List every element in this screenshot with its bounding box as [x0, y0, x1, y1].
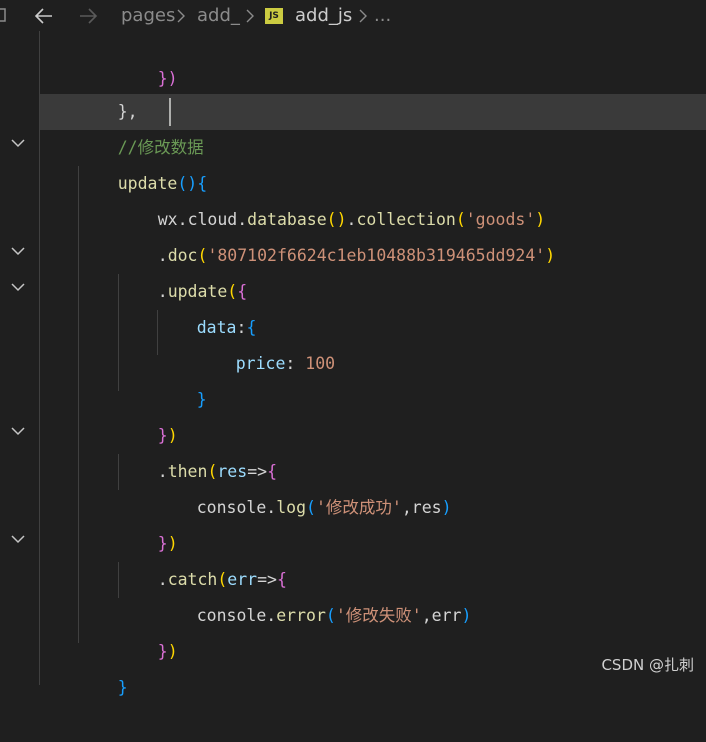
code-token: console	[196, 606, 267, 625]
chevron-right-icon	[246, 9, 254, 23]
code-line[interactable]: },	[78, 58, 138, 121]
code-token: console	[196, 498, 267, 517]
breadcrumb-item-symbol[interactable]: ...	[374, 0, 391, 31]
code-token: (	[306, 498, 316, 517]
code-string: '807102f6624c1eb10488b319465dd924'	[207, 246, 546, 265]
code-string: '修改成功'	[315, 498, 402, 517]
split-icon[interactable]	[0, 6, 10, 24]
code-token: )	[545, 246, 556, 265]
code-token: }	[117, 678, 128, 697]
code-line[interactable]: data:{	[157, 274, 257, 337]
code-number: 100	[305, 354, 336, 373]
code-line[interactable]: console.log('修改成功',res)	[157, 454, 452, 517]
code-line[interactable]: .then(res=>{	[118, 418, 277, 481]
chevron-down-icon[interactable]	[10, 423, 26, 439]
code-token: ,	[421, 606, 432, 625]
chevron-down-icon[interactable]	[10, 279, 26, 295]
breadcrumb-item-folder[interactable]: add_	[197, 0, 240, 31]
code-line[interactable]: })	[118, 490, 178, 553]
code-line[interactable]: price: 100	[196, 310, 335, 373]
code-line[interactable]: }	[78, 634, 128, 697]
chevron-down-icon[interactable]	[10, 531, 26, 547]
code-string: '修改失败'	[335, 606, 422, 625]
code-line[interactable]: console.error('修改失败',err)	[157, 562, 472, 625]
arrow-left-icon[interactable]	[34, 7, 54, 25]
chevron-down-icon[interactable]	[10, 243, 26, 259]
code-token: res	[411, 498, 442, 517]
code-line[interactable]: wx.cloud.database().collection('goods')	[118, 166, 545, 229]
code-token: )	[461, 606, 472, 625]
code-token: }	[196, 390, 207, 409]
chevron-right-icon	[177, 9, 185, 23]
code-token: (	[325, 606, 336, 625]
js-file-icon: JS	[265, 8, 283, 24]
code-line[interactable]: .catch(err=>{	[118, 526, 287, 589]
code-line[interactable]: }	[157, 346, 207, 409]
code-token: .	[266, 498, 277, 517]
code-line[interactable]: //修改数据	[78, 94, 204, 157]
code-line[interactable]: })	[118, 25, 178, 88]
code-token: :	[285, 354, 306, 373]
watermark: CSDN @扎刺	[601, 656, 694, 674]
arrow-right-icon[interactable]	[78, 7, 98, 25]
breadcrumb-item-file[interactable]: add_js	[295, 0, 352, 31]
code-editor[interactable]: }) }, //修改数据 update(){ wx.cloud.database…	[0, 31, 706, 697]
code-token: ,	[401, 498, 412, 517]
chevron-down-icon[interactable]	[10, 135, 26, 151]
code-token: )	[167, 642, 178, 661]
chevron-right-icon	[359, 9, 367, 23]
code-line[interactable]: })	[118, 598, 178, 661]
code-token: error	[276, 606, 326, 625]
code-token: .	[266, 606, 277, 625]
code-token: )	[441, 498, 452, 517]
code-line[interactable]: update(){	[78, 130, 207, 193]
code-line[interactable]: .update({	[118, 238, 247, 301]
code-token: err	[431, 606, 462, 625]
code-token: price	[235, 354, 286, 373]
code-token: }	[157, 642, 168, 661]
code-line[interactable]: .doc('807102f6624c1eb10488b319465dd924')	[118, 202, 555, 265]
code-token: log	[276, 498, 307, 517]
breadcrumb-bar: pages add_ JS add_js ...	[0, 0, 706, 31]
code-line[interactable]: })	[118, 382, 178, 445]
editor-gutter	[0, 31, 40, 685]
code-token: })	[157, 69, 178, 88]
